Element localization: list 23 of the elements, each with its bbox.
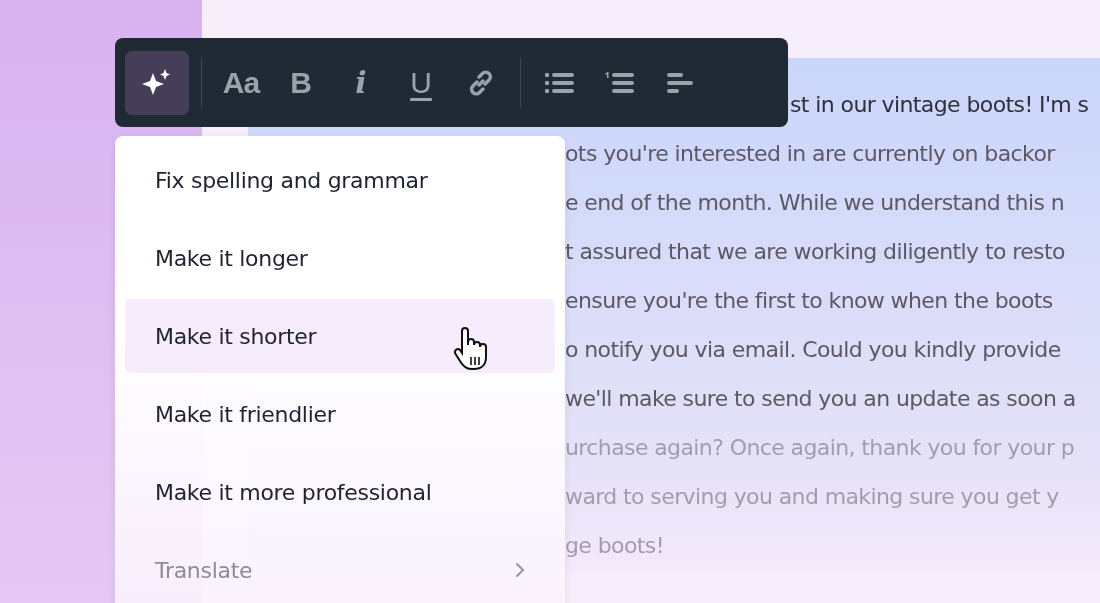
bullet-list-icon xyxy=(544,70,576,95)
text-line: ward to serving you and making sure you get y xyxy=(565,483,1060,511)
underline-button[interactable]: U xyxy=(394,50,448,115)
italic-button[interactable]: i xyxy=(334,50,388,115)
text-line: ge boots! xyxy=(565,532,665,560)
menu-item[interactable]: Make it longer xyxy=(125,221,555,295)
text-line: urchase again? Once again, thank you for your p xyxy=(565,434,1076,462)
text-line: e end of the month. While we understand this n xyxy=(565,189,1065,217)
menu-item[interactable]: Make it more professional xyxy=(125,455,555,529)
menu-item[interactable]: Make it friendlier xyxy=(125,377,555,451)
numbered-list-icon xyxy=(604,70,636,95)
text-line: o notify you via email. Could you kindly provide xyxy=(565,336,1062,364)
text-line: ots you're interested in are currently on backor xyxy=(565,140,1057,168)
text-line: we'll make sure to send you an update as soon a xyxy=(565,385,1077,413)
text-line: t assured that we are working diligently to resto xyxy=(565,238,1066,266)
sparkle-button[interactable] xyxy=(125,50,189,115)
text-line: st in our vintage boots! I'm s xyxy=(790,91,1090,119)
bold-button[interactable]: B xyxy=(274,50,328,115)
align-left-icon xyxy=(666,70,694,95)
text-style-button[interactable]: Aa xyxy=(214,50,268,115)
menu-item[interactable]: Fix spelling and grammar xyxy=(125,143,555,217)
menu-item[interactable]: Make it shorter xyxy=(125,299,555,373)
text-line: ensure you're the first to know when the boots xyxy=(565,287,1054,315)
